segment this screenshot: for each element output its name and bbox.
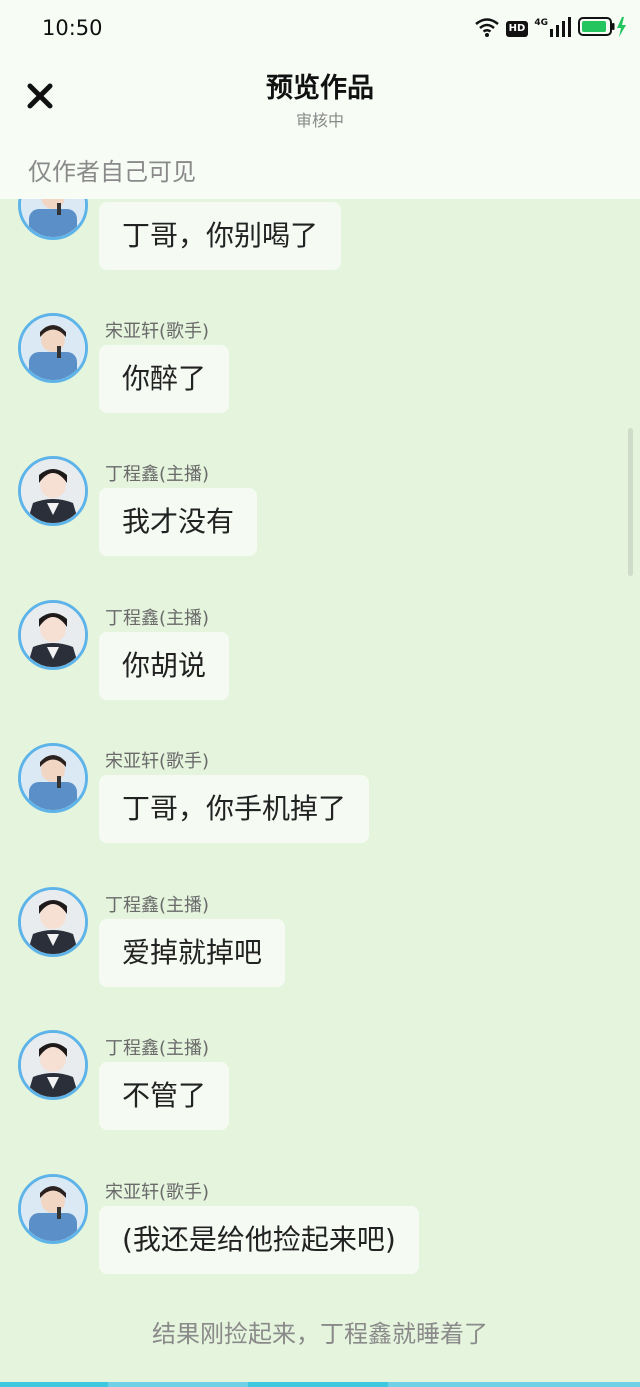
title-bar: 预览作品 审核中 [0, 56, 640, 140]
sender-name: 宋亚轩(歌手) [105, 1182, 210, 1203]
chat-message: 丁程鑫(主播) 爱掉就掉吧 [0, 887, 620, 987]
page-title: 预览作品 [266, 73, 374, 104]
signal-icon [550, 17, 572, 41]
message-bubble[interactable]: 不管了 [99, 1062, 230, 1130]
hd-badge: HD [505, 21, 529, 37]
status-time: 10:50 [42, 16, 103, 40]
sender-name: 丁程鑫(主播) [105, 608, 210, 629]
songyaxuan-avatar[interactable] [18, 743, 88, 813]
message-bubble[interactable]: (我还是给他捡起来吧) [99, 1206, 419, 1274]
sender-name: 丁程鑫(主播) [105, 1038, 210, 1059]
network-label: 4G [534, 18, 548, 28]
header: 10:50 HD 4G 预览作品 审核中 仅作者自己可见 [0, 0, 640, 199]
sender-name: 宋亚轩(歌手) [105, 751, 210, 772]
wifi-icon [474, 17, 500, 41]
sender-name: 宋亚轩(歌手) [105, 321, 210, 342]
chat-message: 宋亚轩(歌手) (我还是给他捡起来吧) [0, 1174, 620, 1274]
narration-text: 结果刚捡起来，丁程鑫就睡着了 [152, 1320, 488, 1348]
bottom-progress-bar [0, 1382, 640, 1387]
sender-name: 丁程鑫(主播) [105, 464, 210, 485]
message-bubble[interactable]: 你醉了 [99, 345, 230, 413]
dingchengxin-avatar[interactable] [18, 887, 88, 957]
dingchengxin-avatar[interactable] [18, 456, 88, 526]
chat-message: 丁程鑫(主播) 我才没有 [0, 456, 620, 556]
message-bubble[interactable]: 你胡说 [99, 632, 230, 700]
chat-message: 宋亚轩(歌手) 你醉了 [0, 313, 620, 413]
message-bubble[interactable]: 爱掉就掉吧 [99, 919, 286, 987]
chat-message: 丁程鑫(主播) 你胡说 [0, 600, 620, 700]
status-bar: 10:50 HD 4G [0, 0, 640, 56]
visibility-note: 仅作者自己可见 [28, 158, 196, 186]
chat-message: 宋亚轩(歌手) 丁哥，你手机掉了 [0, 743, 620, 843]
message-bubble[interactable]: 我才没有 [99, 488, 258, 556]
review-status: 审核中 [295, 111, 344, 130]
dingchengxin-avatar[interactable] [18, 600, 88, 670]
songyaxuan-avatar[interactable] [18, 1174, 88, 1244]
battery-charging-icon [578, 16, 628, 42]
songyaxuan-avatar[interactable] [18, 313, 88, 383]
chat-message: 丁程鑫(主播) 不管了 [0, 1030, 620, 1130]
message-bubble[interactable]: 丁哥，你手机掉了 [99, 775, 370, 843]
dingchengxin-avatar[interactable] [18, 1030, 88, 1100]
status-icons: HD 4G [474, 16, 628, 42]
scrollbar-thumb[interactable] [628, 428, 633, 576]
message-bubble[interactable]: 丁哥，你别喝了 [99, 202, 342, 270]
sender-name: 丁程鑫(主播) [105, 895, 210, 916]
